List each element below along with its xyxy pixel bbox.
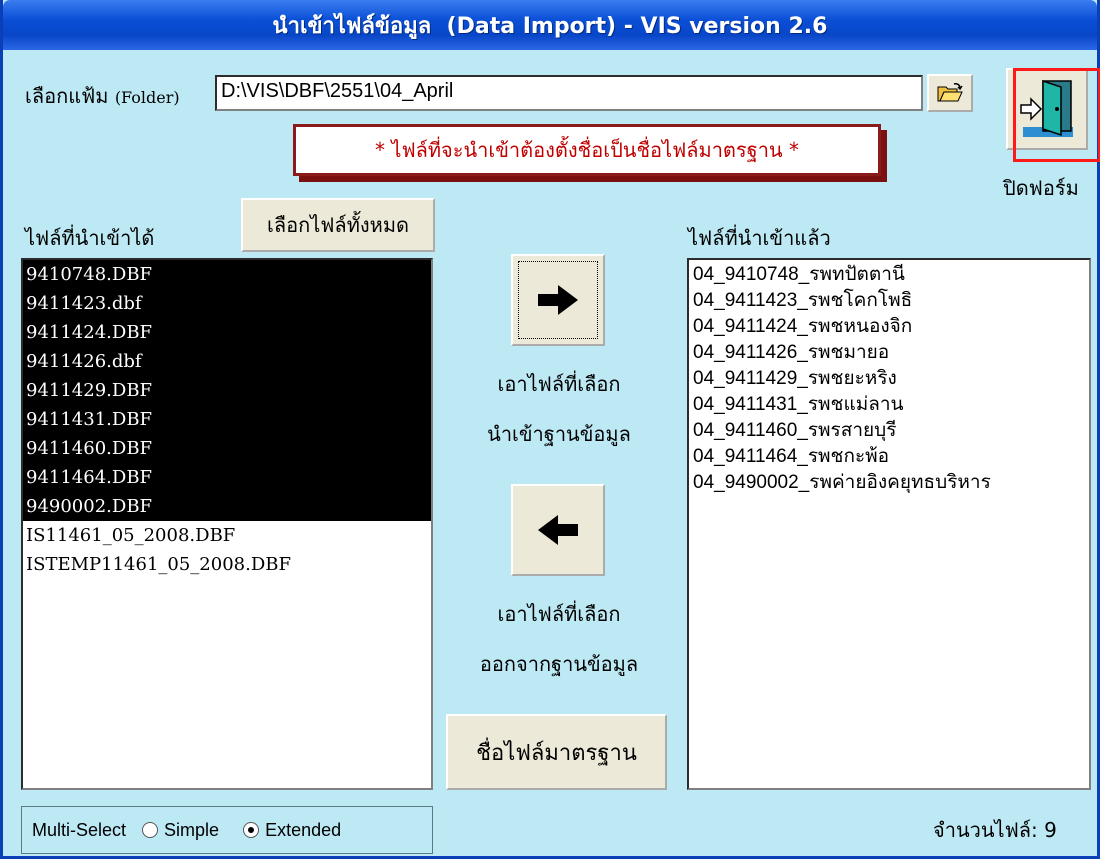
- folder-label-paren: (Folder): [114, 88, 180, 107]
- imported-file-item[interactable]: 04_9411424_รพชหนองจิก: [689, 314, 1089, 340]
- remove-selected-button[interactable]: [511, 484, 605, 576]
- data-import-window: นำเข้าไฟล์ข้อมูล (Data Import) - VIS ver…: [0, 0, 1100, 859]
- radio-simple-circle[interactable]: [142, 822, 159, 838]
- available-file-item[interactable]: 9411464.DBF: [23, 463, 431, 492]
- available-file-item[interactable]: ISTEMP11461_05_2008.DBF: [23, 550, 431, 579]
- window-title: นำเข้าไฟล์ข้อมูล (Data Import) - VIS ver…: [272, 13, 828, 39]
- available-files-list[interactable]: 9410748.DBF 9411423.dbf 9411424.DBF 9411…: [21, 258, 433, 790]
- title-bar: นำเข้าไฟล์ข้อมูล (Data Import) - VIS ver…: [3, 0, 1097, 50]
- radio-simple-label: Simple: [164, 819, 220, 840]
- available-file-item[interactable]: 9410748.DBF: [23, 260, 431, 289]
- close-form-label: ปิดฟอร์ม: [1003, 176, 1079, 200]
- arrow-right-icon: [538, 285, 578, 315]
- imported-file-item[interactable]: 04_9411423_รพชโคกโพธิ: [689, 288, 1089, 314]
- import-caption-line2: นำเข้าฐานข้อมูล: [487, 422, 631, 446]
- folder-path-value: D:\VIS\DBF\2551\04_April: [221, 80, 454, 102]
- folder-label: เลือกแฟ้ม (Folder): [25, 80, 180, 112]
- standard-name-notice: * ไฟล์ที่จะนำเข้าต้องตั้งชื่อเป็นชื่อไฟล…: [293, 124, 881, 176]
- available-file-item[interactable]: 9490002.DBF: [23, 492, 431, 521]
- remove-caption-line2: ออกจากฐานข้อมูล: [479, 652, 639, 676]
- available-files-label: ไฟล์ที่นำเข้าได้: [25, 226, 155, 250]
- open-folder-icon: [937, 83, 963, 102]
- arrow-left-icon: [538, 515, 578, 545]
- imported-files-list[interactable]: 04_9410748_รพทปัตตานี 04_9411423_รพชโคกโ…: [687, 258, 1091, 790]
- exit-door-icon: [1020, 79, 1073, 137]
- available-file-item[interactable]: IS11461_05_2008.DBF: [23, 521, 431, 550]
- available-file-item[interactable]: 9411424.DBF: [23, 318, 431, 347]
- notice-text: * ไฟล์ที่จะนำเข้าต้องตั้งชื่อเป็นชื่อไฟล…: [375, 138, 799, 162]
- multi-select-group: Multi-Select Simple Extended: [21, 806, 433, 854]
- available-file-item[interactable]: 9411431.DBF: [23, 405, 431, 434]
- available-file-item[interactable]: 9411429.DBF: [23, 376, 431, 405]
- import-caption-line1: เอาไฟล์ที่เลือก: [497, 372, 621, 396]
- imported-file-item[interactable]: 04_9490002_รพค่ายอิงคยุทธบริหาร: [689, 470, 1089, 496]
- radio-extended-label: Extended: [265, 819, 342, 840]
- import-selected-button[interactable]: [511, 254, 605, 346]
- imported-file-item[interactable]: 04_9411431_รพชแม่ลาน: [689, 392, 1089, 418]
- radio-selected-dot: [248, 827, 255, 833]
- browse-folder-button[interactable]: [927, 74, 973, 112]
- focus-rect: [518, 261, 598, 339]
- close-form-button[interactable]: [1006, 68, 1088, 150]
- file-count: จำนวนไฟล์: 9: [933, 818, 1057, 842]
- remove-caption-line1: เอาไฟล์ที่เลือก: [497, 602, 621, 626]
- folder-label-text: เลือกแฟ้ม: [25, 84, 109, 108]
- available-file-item[interactable]: 9411423.dbf: [23, 289, 431, 318]
- imported-file-item[interactable]: 04_9411460_รพรสายบุรี: [689, 418, 1089, 444]
- radio-extended[interactable]: Extended: [243, 820, 341, 841]
- imported-file-item[interactable]: 04_9410748_รพทปัตตานี: [689, 262, 1089, 288]
- imported-file-item[interactable]: 04_9411426_รพชมายอ: [689, 340, 1089, 366]
- radio-simple[interactable]: Simple: [142, 820, 219, 841]
- select-all-files-button[interactable]: เลือกไฟล์ทั้งหมด: [241, 198, 435, 252]
- folder-path-field[interactable]: D:\VIS\DBF\2551\04_April: [215, 75, 923, 111]
- imported-file-item[interactable]: 04_9411464_รพชกะพ้อ: [689, 444, 1089, 470]
- imported-file-item[interactable]: 04_9411429_รพชยะหริง: [689, 366, 1089, 392]
- standard-filenames-button[interactable]: ชื่อไฟล์มาตรฐาน: [446, 714, 667, 790]
- select-all-label: เลือกไฟล์ทั้งหมด: [267, 213, 409, 237]
- standard-filenames-label: ชื่อไฟล์มาตรฐาน: [476, 740, 637, 766]
- available-file-item[interactable]: 9411460.DBF: [23, 434, 431, 463]
- radio-extended-circle[interactable]: [243, 822, 260, 838]
- multi-select-label: Multi-Select: [32, 819, 127, 840]
- available-file-item[interactable]: 9411426.dbf: [23, 347, 431, 376]
- imported-files-label: ไฟล์ที่นำเข้าแล้ว: [688, 226, 831, 250]
